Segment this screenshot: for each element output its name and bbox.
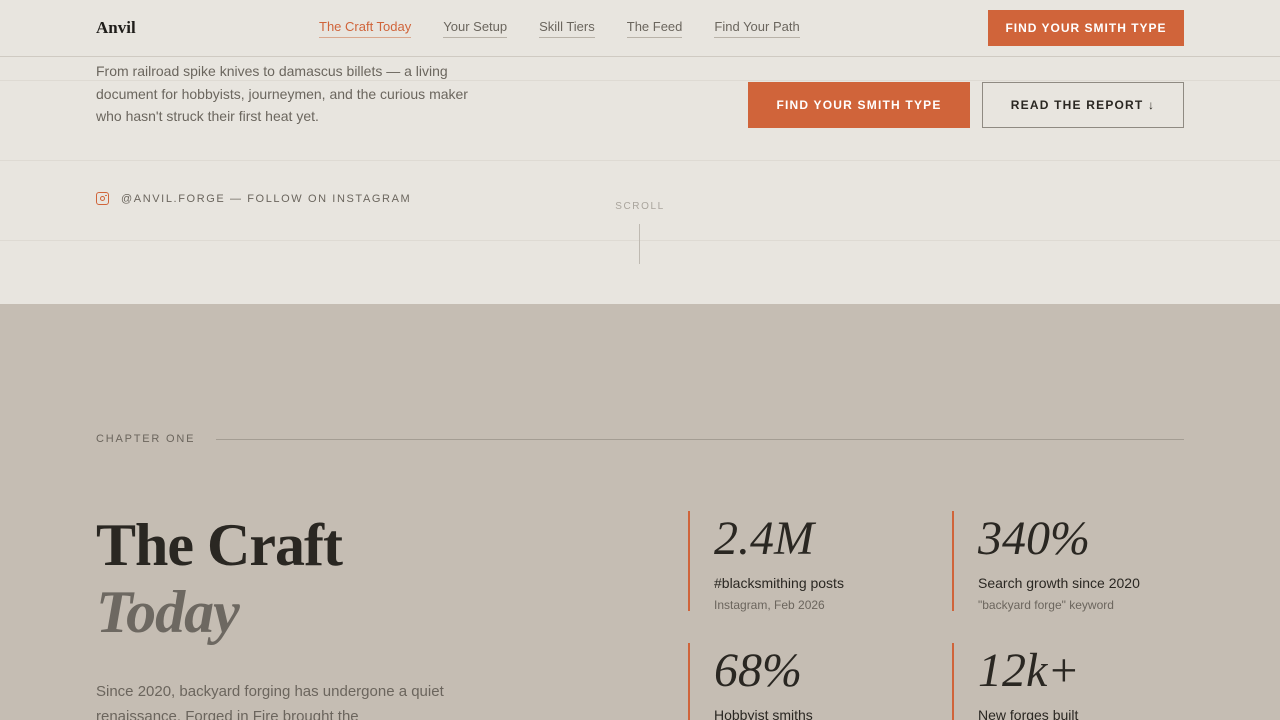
- logo[interactable]: Anvil: [96, 18, 136, 38]
- instagram-icon: [96, 192, 109, 205]
- stat-label: Search growth since 2020: [978, 575, 1140, 591]
- stat-card: 340% Search growth since 2020 "backyard …: [952, 511, 1182, 612]
- scroll-indicator-line: [639, 224, 640, 264]
- stat-value: 340%: [978, 512, 1090, 565]
- divider: [0, 160, 1280, 161]
- chapter-rule: [216, 439, 1184, 440]
- find-smith-type-button[interactable]: FIND YOUR SMITH TYPE: [748, 82, 970, 128]
- chapter-body: Since 2020, backyard forging has undergo…: [96, 683, 444, 720]
- hero-description: From railroad spike knives to damascus b…: [96, 63, 468, 124]
- chapter-one-section: CHAPTER ONE The Craft Today Since 2020, …: [0, 304, 1280, 720]
- stat-card: 12k+ New forges built: [952, 643, 1182, 720]
- stat-value: 68%: [714, 644, 802, 697]
- top-nav: Anvil The Craft Today Your Setup Skill T…: [0, 0, 1280, 57]
- instagram-link[interactable]: @ANVIL.FORGE — FOLLOW ON INSTAGRAM: [96, 192, 411, 205]
- nav-link-skill-tiers[interactable]: Skill Tiers: [539, 19, 595, 38]
- nav-links: The Craft Today Your Setup Skill Tiers T…: [319, 19, 800, 38]
- nav-link-your-setup[interactable]: Your Setup: [443, 19, 508, 38]
- nav-cta-button[interactable]: FIND YOUR SMITH TYPE: [988, 10, 1184, 46]
- stat-source: "backyard forge" keyword: [978, 598, 1114, 612]
- divider: [0, 240, 1280, 241]
- stat-card: 68% Hobbyist smiths: [688, 643, 918, 720]
- stat-card: 2.4M #blacksmithing posts Instagram, Feb…: [688, 511, 918, 612]
- read-report-button[interactable]: READ THE REPORT ↓: [982, 82, 1184, 128]
- chapter-title-italic: Today: [96, 579, 240, 645]
- stat-value: 2.4M: [714, 512, 814, 565]
- instagram-handle: @ANVIL.FORGE — FOLLOW ON INSTAGRAM: [121, 192, 412, 205]
- stat-label: Hobbyist smiths: [714, 707, 813, 720]
- nav-link-the-feed[interactable]: The Feed: [626, 19, 683, 38]
- stat-source: Instagram, Feb 2026: [714, 598, 825, 612]
- stat-label: New forges built: [978, 707, 1079, 720]
- stat-label: #blacksmithing posts: [714, 575, 844, 591]
- scroll-indicator-label: SCROLL: [615, 201, 665, 212]
- chapter-label: CHAPTER ONE: [96, 433, 196, 445]
- nav-link-craft-today[interactable]: The Craft Today: [319, 19, 412, 38]
- chapter-title: The Craft: [96, 512, 343, 578]
- nav-link-find-your-path[interactable]: Find Your Path: [714, 19, 800, 38]
- stat-value: 12k+: [978, 644, 1080, 697]
